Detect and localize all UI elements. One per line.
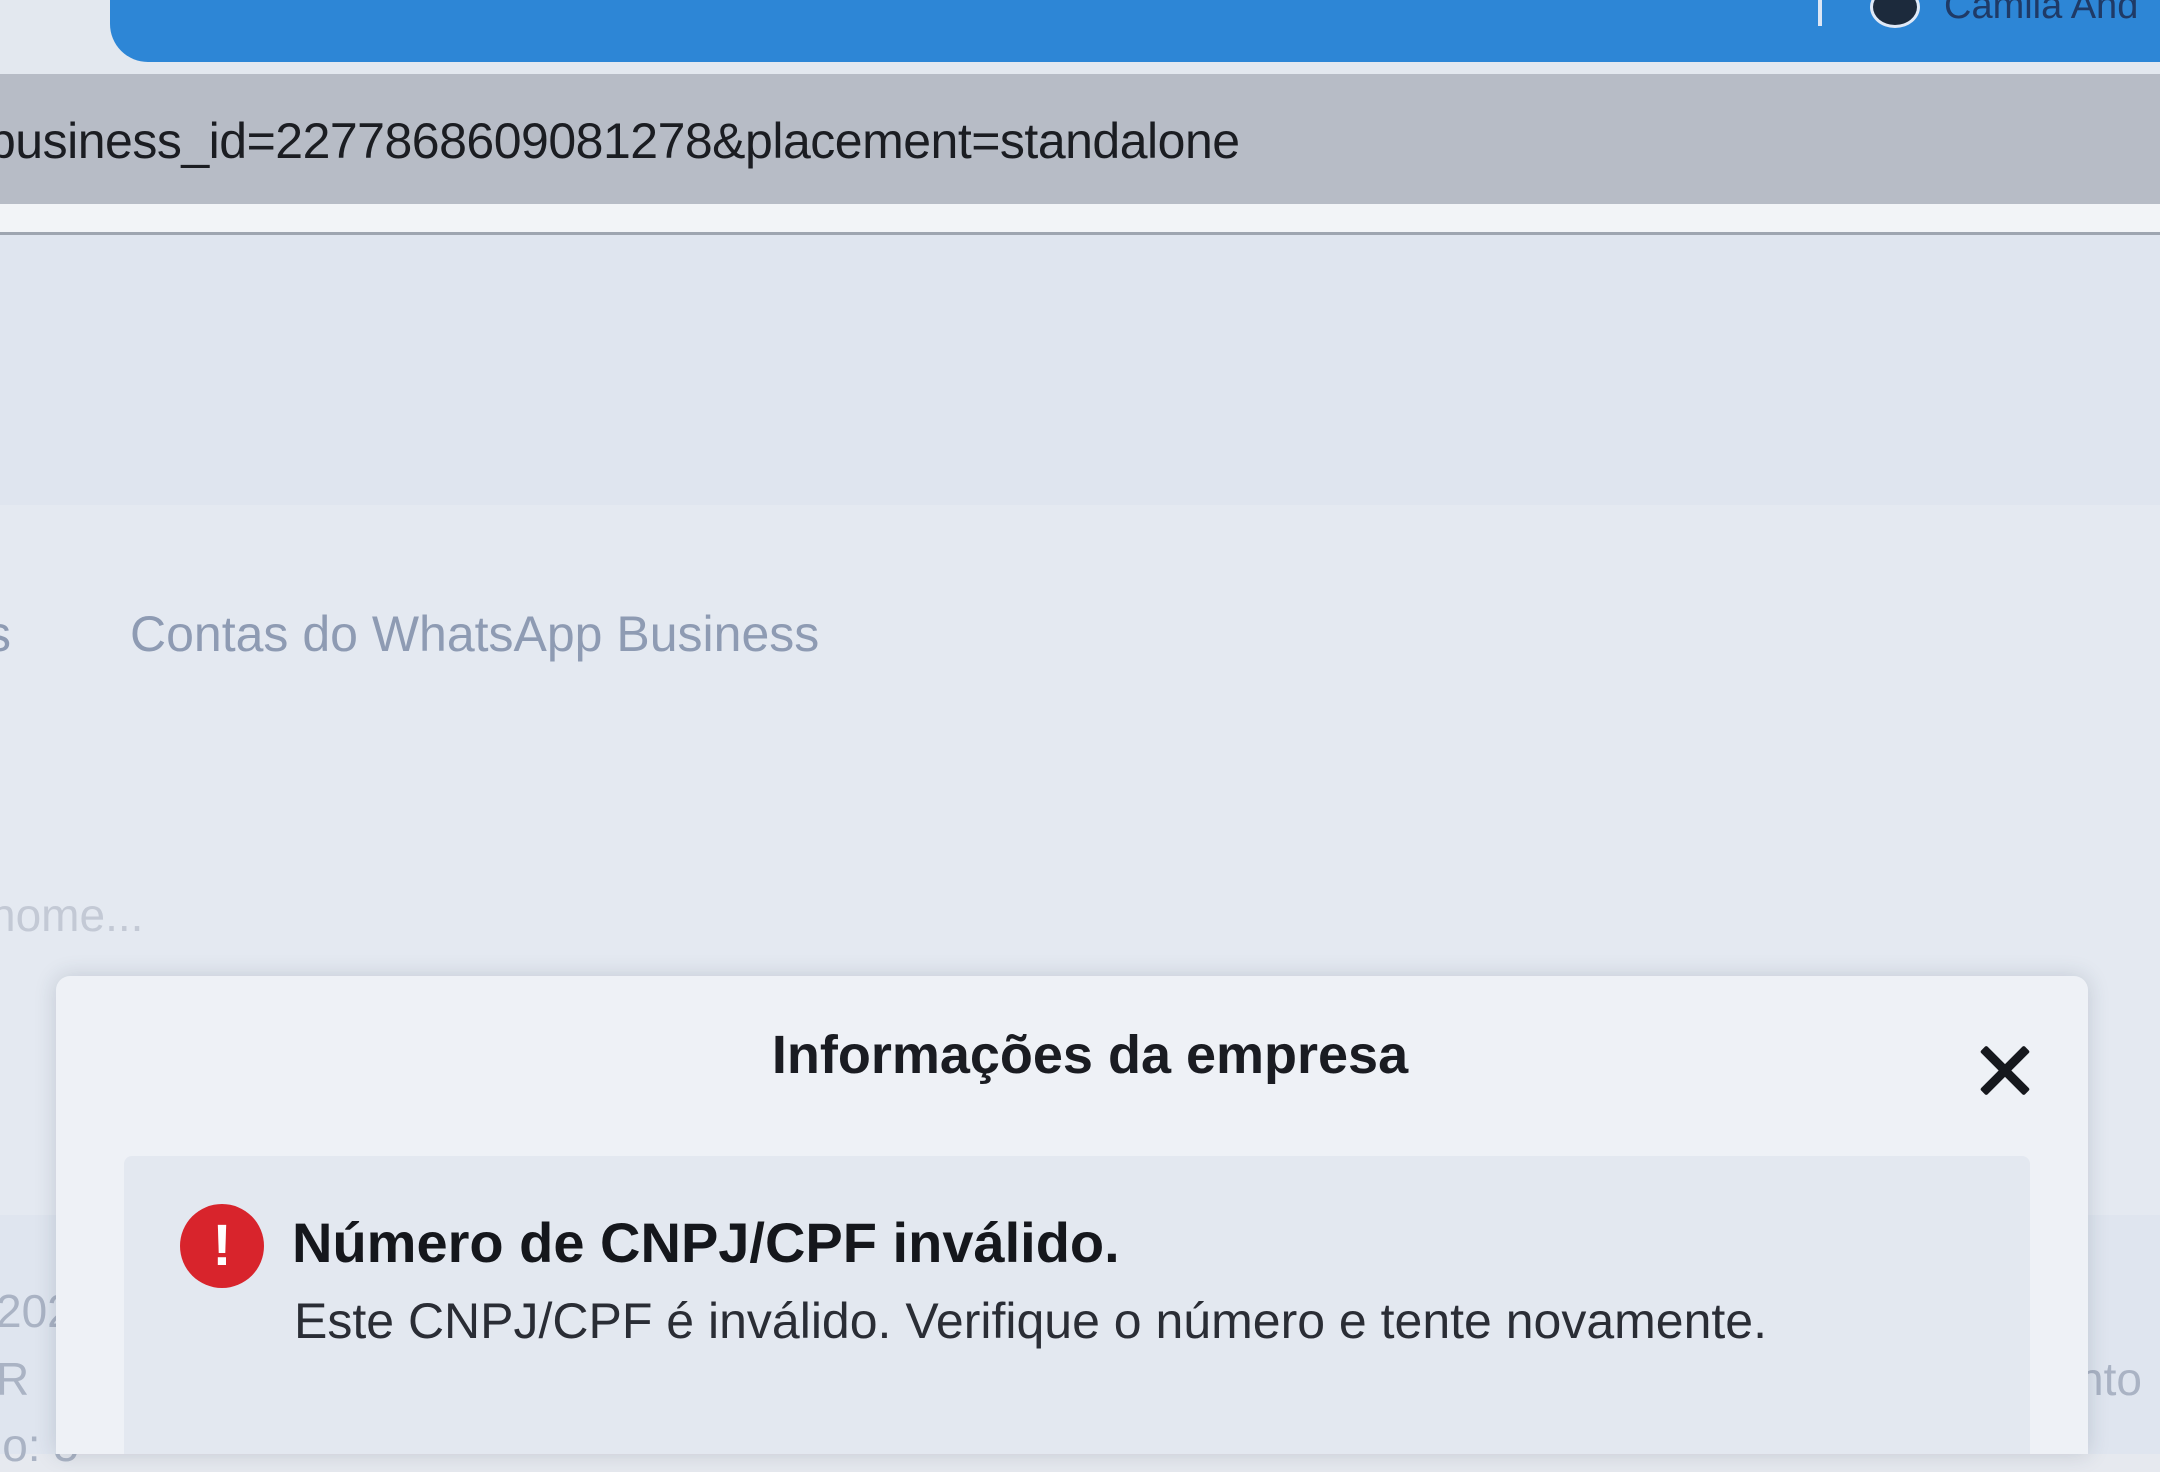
address-bar-divider xyxy=(0,204,2160,235)
error-title: Número de CNPJ/CPF inválido. xyxy=(292,1211,1120,1274)
address-url-text[interactable]: business_id=227786860908127​8&placement=… xyxy=(0,112,1240,170)
active-tab-bar[interactable] xyxy=(110,0,2160,62)
browser-tabstrip: Camila And xyxy=(0,0,2160,74)
nav-fragment-text: s xyxy=(0,605,11,663)
dialog-title: Informações da empresa xyxy=(771,1025,1409,1085)
side-fragment-2: R xyxy=(0,1353,30,1405)
tabstrip-separator xyxy=(1818,0,1822,26)
alert-circle-icon: ! xyxy=(180,1204,264,1288)
profile-name[interactable]: Camila And xyxy=(1944,0,2138,28)
close-icon[interactable] xyxy=(1970,1036,2040,1106)
nav-item-whatsapp-business-accounts[interactable]: Contas do WhatsApp Business xyxy=(130,605,819,663)
error-message: Este CNPJ/CPF é inválido. Verifique o nú… xyxy=(294,1293,1767,1349)
search-input-placeholder[interactable]: nome... xyxy=(0,888,143,942)
